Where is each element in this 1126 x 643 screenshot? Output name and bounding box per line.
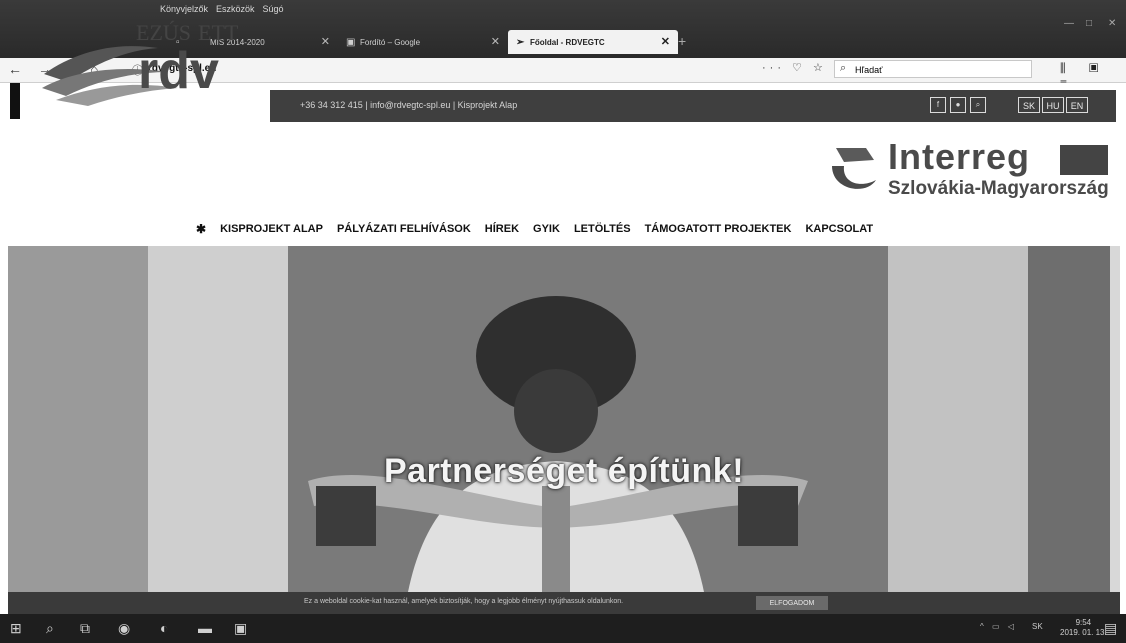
tab-label: Fordító – Google	[360, 37, 421, 47]
new-tab-icon[interactable]: +	[678, 33, 686, 49]
translate-icon: ▣	[346, 37, 356, 48]
interreg-title[interactable]: Interreg	[888, 136, 1030, 178]
firefox-icon[interactable]: ◐	[160, 620, 168, 636]
menu-letoltes[interactable]: LETÖLTÉS	[574, 223, 631, 235]
search-input[interactable]	[853, 63, 1027, 77]
taskbar-clock[interactable]: 9:54 2019. 01. 13.	[1060, 618, 1107, 638]
app-icon[interactable]: ◉	[118, 620, 130, 637]
system-tray-icons[interactable]: ^ ▭ ◁	[980, 622, 1017, 631]
dark-mark	[10, 83, 20, 119]
windows-taskbar: ⊞ ⌕ ⧉ ◉ ◐ ▬ ▣ ^ ▭ ◁ SK 9:54 2019. 01. 13…	[0, 614, 1126, 643]
task-view-icon[interactable]: ⧉	[80, 620, 90, 637]
window-close-icon[interactable]: ✕	[1108, 18, 1116, 29]
notifications-icon[interactable]: ▤	[1104, 620, 1117, 637]
lang-hu[interactable]: HU	[1042, 97, 1064, 113]
office-icon[interactable]: ▣	[234, 620, 247, 637]
cookie-accept-button[interactable]: ELFOGADOM	[756, 596, 828, 610]
clock-date: 2019. 01. 13.	[1060, 628, 1107, 637]
contact-line[interactable]: +36 34 312 415 | info@rdvegtc-spl.eu | K…	[300, 100, 517, 110]
lang-sk[interactable]: SK	[1018, 97, 1040, 113]
menu-gyik[interactable]: GYIK	[533, 223, 560, 235]
main-menu: ✱ KISPROJEKT ALAP PÁLYÁZATI FELHÍVÁSOK H…	[196, 222, 873, 236]
tab-label: Főoldal - RDVEGTC	[530, 37, 605, 47]
maximize-icon[interactable]: □	[1086, 18, 1092, 29]
hero-photo	[8, 246, 1120, 592]
tab-translate[interactable]: ▣ Fordító – Google ✕	[338, 30, 508, 54]
menu-kapcsolat[interactable]: KAPCSOLAT	[805, 223, 873, 235]
clock-time: 9:54	[1075, 618, 1092, 627]
tab-close-icon[interactable]: ✕	[321, 35, 330, 48]
home-icon[interactable]: ✱	[196, 222, 206, 236]
search-icon: ⌕	[840, 62, 847, 74]
search-icon[interactable]: ⌕	[46, 620, 54, 637]
tab-close-icon[interactable]: ✕	[661, 35, 670, 48]
page-scrollbar[interactable]	[1110, 246, 1120, 592]
menu-palyazati-felhivasok[interactable]: PÁLYÁZATI FELHÍVÁSOK	[337, 223, 471, 235]
cookie-bar: Ez a weboldal cookie-kat használ, amelye…	[8, 592, 1120, 614]
back-icon[interactable]: ←	[8, 61, 22, 77]
tab-close-icon[interactable]: ✕	[491, 35, 500, 48]
interreg-subtitle: Szlovákia-Magyarország	[888, 178, 1109, 199]
minimize-icon[interactable]: —	[1064, 18, 1074, 29]
windows-start-icon[interactable]: ⊞	[10, 620, 22, 637]
facebook-icon[interactable]: f	[930, 97, 946, 113]
menu-kisprojekt-alap[interactable]: KISPROJEKT ALAP	[220, 223, 323, 235]
file-explorer-icon[interactable]: ▬	[198, 620, 212, 636]
lang-en[interactable]: EN	[1066, 97, 1088, 113]
hero-headline: Partnerséget építünk!	[383, 452, 745, 490]
input-language[interactable]: SK	[1032, 622, 1043, 631]
site-topbar: +36 34 312 415 | info@rdvegtc-spl.eu | K…	[270, 90, 1116, 122]
interreg-logo-icon	[832, 148, 876, 189]
menu-tamogatott-projektek[interactable]: TÁMOGATOTT PROJEKTEK	[645, 223, 792, 235]
cookie-text: Ez a weboldal cookie-kat használ, amelye…	[304, 598, 624, 605]
hero-banner: Partnerséget építünk!	[8, 246, 1120, 592]
rdv-logo[interactable]: EZÚS ETT rdv	[38, 10, 268, 110]
site-favicon-icon: ➢	[516, 37, 525, 48]
tab-rdvegtc[interactable]: ➢ Főoldal - RDVEGTC ✕	[508, 30, 678, 54]
search-icon[interactable]: ⌕	[970, 97, 986, 113]
browser-search-box[interactable]: ⌕	[834, 60, 1032, 78]
eu-flag-icon	[1060, 145, 1108, 175]
menu-hirek[interactable]: HÍREK	[485, 223, 519, 235]
user-icon[interactable]: ●	[950, 97, 966, 113]
svg-text:rdv: rdv	[138, 42, 219, 100]
page-actions-icon[interactable]: ··· ♡ ☆	[762, 61, 827, 74]
